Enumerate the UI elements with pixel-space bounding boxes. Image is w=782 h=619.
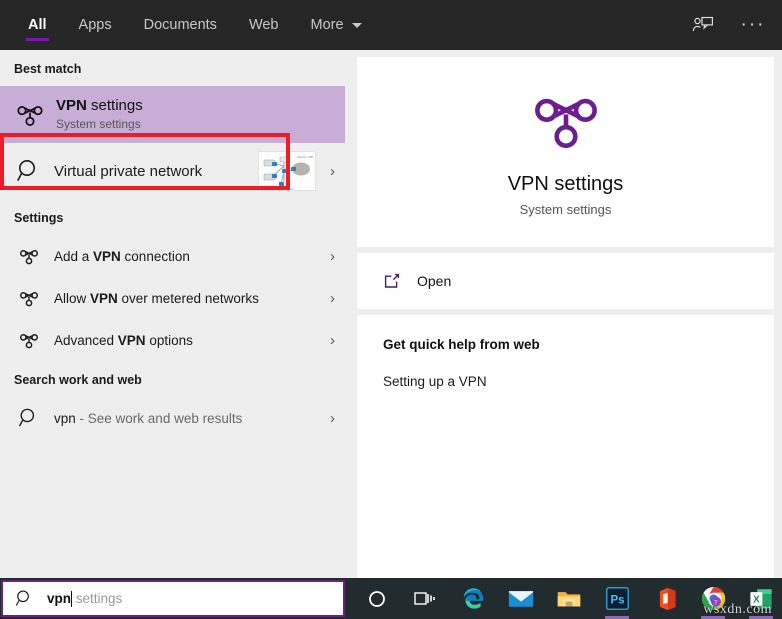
- tabbar-actions: ···: [688, 10, 782, 40]
- mail-icon[interactable]: [497, 578, 545, 619]
- result-item-advanced-vpn-options[interactable]: Advanced VPN options ›: [0, 319, 345, 361]
- svg-text:X: X: [753, 594, 760, 605]
- svg-text:Ps: Ps: [610, 594, 624, 606]
- label-pre: Advanced: [54, 332, 118, 348]
- vpn-knot-icon: [14, 248, 44, 265]
- results-list-panel: Best match VPN settings System settings …: [0, 50, 345, 578]
- tab-web-label: Web: [248, 17, 279, 33]
- help-link-setting-up-a-vpn[interactable]: Setting up a VPN: [383, 374, 748, 389]
- label-strong: VPN: [93, 248, 121, 264]
- tab-all-label: All: [28, 17, 47, 33]
- preview-title: VPN settings: [507, 173, 624, 195]
- best-match-title-rest: settings: [86, 97, 143, 115]
- label-strong: VPN: [90, 290, 118, 306]
- taskbar-pinned-items: Ps T X: [345, 578, 782, 619]
- tab-apps[interactable]: Apps: [63, 0, 128, 50]
- search-suggestion-text: settings: [72, 591, 123, 606]
- microsoft-office-icon[interactable]: [641, 578, 689, 619]
- best-match-text-block: VPN settings System settings: [56, 97, 143, 132]
- search-icon: [14, 407, 44, 429]
- tab-all[interactable]: All: [12, 0, 63, 50]
- vpn-knot-icon: [14, 332, 44, 349]
- tab-web[interactable]: Web: [233, 0, 295, 50]
- label-post: connection: [120, 248, 190, 264]
- result-item-vpn-settings[interactable]: VPN settings System settings: [0, 86, 345, 143]
- microsoft-edge-icon[interactable]: [449, 578, 497, 619]
- see-work-web-label: vpn - See work and web results: [54, 411, 324, 426]
- search-typed-text: vpn: [47, 591, 72, 606]
- result-item-add-vpn-connection[interactable]: Add a VPN connection ›: [0, 235, 345, 277]
- search-icon: [15, 589, 37, 608]
- person-feedback-icon[interactable]: [688, 10, 718, 40]
- tab-documents[interactable]: Documents: [128, 0, 233, 50]
- tab-more[interactable]: More: [295, 0, 378, 50]
- search-text-content: vpn settings: [47, 590, 123, 607]
- label-post: options: [145, 332, 193, 348]
- preview-help-card: Get quick help from web Setting up a VPN: [357, 315, 774, 578]
- preview-open-label: Open: [417, 273, 452, 289]
- label-pre: Allow: [54, 290, 91, 306]
- result-item-virtual-private-network[interactable]: Virtual private network Internet / VPN P…: [0, 143, 345, 199]
- taskbar-search-input[interactable]: vpn settings: [1, 580, 345, 617]
- best-match-title-bold: VPN: [56, 97, 87, 115]
- result-item-allow-vpn-metered[interactable]: Allow VPN over metered networks ›: [0, 277, 345, 319]
- ellipsis-label: ···: [740, 14, 766, 35]
- svg-text:Private Network: Private Network: [275, 187, 294, 191]
- vpn-network-diagram-thumbnail: Internet / VPN Private Network: [258, 151, 316, 191]
- ellipsis-icon[interactable]: ···: [738, 10, 768, 40]
- advanced-vpn-options-label: Advanced VPN options: [54, 333, 324, 348]
- google-chrome-icon[interactable]: T: [689, 578, 737, 619]
- tab-documents-label: Documents: [143, 17, 217, 33]
- tab-apps-label: Apps: [78, 17, 112, 33]
- cortana-icon[interactable]: [353, 578, 401, 619]
- vpn-knot-icon: [367, 91, 764, 151]
- search-icon: [14, 158, 44, 184]
- preview-hero-card: VPN settings System settings: [357, 57, 774, 247]
- add-vpn-connection-label: Add a VPN connection: [54, 249, 324, 264]
- preview-panel: VPN settings System settings Open Get qu…: [345, 50, 782, 578]
- best-match-title: VPN settings: [56, 97, 143, 116]
- chevron-right-icon[interactable]: ›: [324, 410, 335, 427]
- label-strong: VPN: [117, 332, 146, 348]
- help-heading: Get quick help from web: [383, 337, 540, 352]
- chevron-down-icon: [351, 22, 362, 28]
- best-match-section-label: Best match: [14, 62, 82, 76]
- photoshop-icon[interactable]: Ps: [593, 578, 641, 619]
- see-work-web-query: vpn: [54, 410, 76, 426]
- file-explorer-icon[interactable]: [545, 578, 593, 619]
- see-work-web-suffix: - See work and web results: [75, 410, 243, 426]
- windows-taskbar: vpn settings Ps T X wsxdn.com: [0, 578, 782, 619]
- open-external-icon: [383, 272, 409, 290]
- search-filter-tabbar: All Apps Documents Web More ···: [0, 0, 782, 50]
- vpn-knot-icon: [14, 103, 46, 127]
- chevron-right-icon[interactable]: ›: [324, 163, 335, 180]
- label-pre: Add a: [54, 248, 94, 264]
- search-results-body: Best match VPN settings System settings …: [0, 50, 782, 578]
- svg-text:T: T: [714, 600, 718, 606]
- label-post: over metered networks: [117, 290, 259, 306]
- settings-section-label: Settings: [14, 211, 64, 225]
- preview-subtitle: System settings: [519, 202, 612, 217]
- vpn-result-label: Virtual private network: [54, 162, 203, 180]
- preview-open-action[interactable]: Open: [357, 253, 774, 309]
- best-match-subtitle: System settings: [56, 116, 141, 131]
- svg-text:Internet / VPN: Internet / VPN: [297, 155, 313, 159]
- windows-search-overlay: All Apps Documents Web More ··· Best mat…: [0, 0, 782, 619]
- result-item-see-work-and-web-results[interactable]: vpn - See work and web results ›: [0, 397, 345, 439]
- allow-vpn-metered-label: Allow VPN over metered networks: [54, 291, 324, 306]
- search-work-web-section-label: Search work and web: [14, 373, 142, 387]
- tab-more-label: More: [310, 17, 344, 33]
- chevron-right-icon[interactable]: ›: [324, 290, 335, 307]
- microsoft-excel-icon[interactable]: X: [737, 578, 782, 619]
- vpn-knot-icon: [14, 290, 44, 307]
- chevron-right-icon[interactable]: ›: [324, 332, 335, 349]
- task-view-icon[interactable]: [401, 578, 449, 619]
- chevron-right-icon[interactable]: ›: [324, 248, 335, 265]
